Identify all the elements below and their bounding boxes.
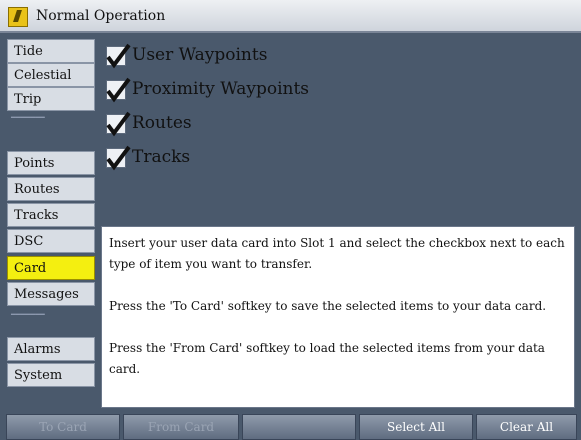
- checkbox[interactable]: [106, 77, 131, 103]
- app-logo-icon: [8, 7, 28, 27]
- sidebar-item-celestial[interactable]: Celestial: [7, 63, 95, 87]
- title-bar: Normal Operation: [0, 0, 581, 33]
- clear-all-softkey[interactable]: Clear All: [476, 414, 577, 440]
- sidebar-item-alarms[interactable]: Alarms: [7, 337, 95, 361]
- blank-softkey[interactable]: [242, 414, 356, 440]
- instruction-text: Press the 'To Card' softkey to save the …: [109, 299, 547, 313]
- instructions-box: Insert your user data card into Slot 1 a…: [101, 226, 575, 408]
- option-label: User Waypoints: [132, 45, 268, 65]
- sidebar-item-routes[interactable]: Routes: [7, 177, 95, 201]
- sidebar-section-divider: ━━━━━━━: [11, 113, 45, 122]
- option-label: Proximity Waypoints: [132, 79, 310, 99]
- checkmark-icon: [106, 77, 131, 103]
- card-options-panel: User Waypoints Proximity Waypoints Route…: [98, 39, 574, 224]
- checkmark-icon: [106, 43, 131, 69]
- checkbox[interactable]: [106, 43, 131, 69]
- checkbox[interactable]: [106, 145, 131, 171]
- checkmark-icon: [106, 145, 131, 171]
- sidebar-section-divider: ━━━━━━━: [11, 310, 45, 319]
- option-label: Routes: [132, 113, 192, 133]
- sidebar-item-dsc[interactable]: DSC: [7, 229, 95, 253]
- window-title: Normal Operation: [36, 8, 166, 24]
- from-card-softkey[interactable]: From Card: [123, 414, 239, 440]
- softkey-bar: To Card From Card Select All Clear All: [0, 414, 581, 440]
- checkmark-icon: [106, 111, 131, 137]
- select-all-softkey[interactable]: Select All: [359, 414, 473, 440]
- option-label: Tracks: [132, 147, 191, 167]
- sidebar-item-system[interactable]: System: [7, 363, 95, 387]
- sidebar-item-card[interactable]: Card: [7, 256, 95, 280]
- checkbox[interactable]: [106, 111, 131, 137]
- sidebar-item-points[interactable]: Points: [7, 151, 95, 175]
- to-card-softkey[interactable]: To Card: [6, 414, 120, 440]
- sidebar-item-tide[interactable]: Tide: [7, 39, 95, 63]
- sidebar: Tide Celestial Trip ━━━━━━━ Points Route…: [7, 39, 95, 409]
- instruction-text: Press the 'From Card' softkey to load th…: [109, 341, 545, 376]
- sidebar-item-trip[interactable]: Trip: [7, 87, 95, 111]
- instruction-text: Insert your user data card into Slot 1 a…: [109, 236, 565, 271]
- sidebar-item-messages[interactable]: Messages: [7, 282, 95, 306]
- sidebar-item-tracks[interactable]: Tracks: [7, 203, 95, 227]
